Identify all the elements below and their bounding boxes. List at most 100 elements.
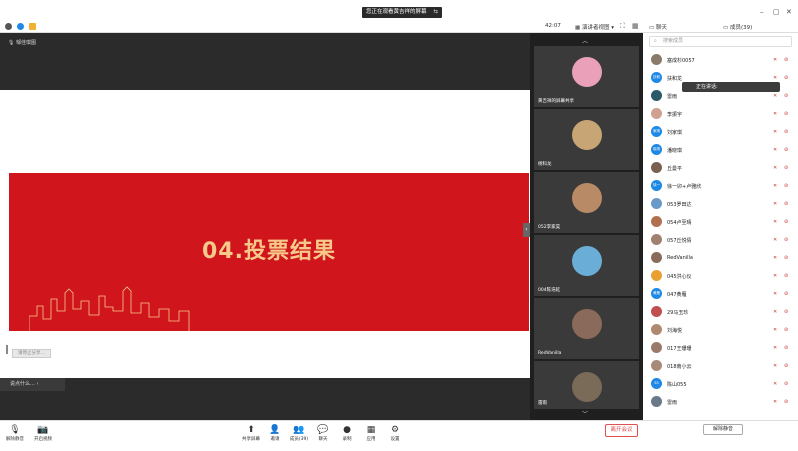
camera-off-icon[interactable]: ⊘ (784, 363, 788, 369)
participant-row[interactable]: SS 陈山055 ✕ ⊘ (643, 375, 798, 393)
invite-button[interactable]: 👤 邀请 (262, 424, 288, 442)
minimize-icon[interactable]: – (760, 8, 764, 16)
info-icon[interactable] (5, 23, 12, 30)
microphone-muted-icon[interactable]: ✕ (773, 165, 777, 171)
security-shield-icon[interactable] (17, 23, 24, 30)
collapse-gallery-button[interactable]: ‹ (523, 223, 530, 237)
microphone-muted-icon[interactable]: ✕ (773, 399, 777, 405)
camera-off-icon[interactable]: ⊘ (784, 183, 788, 189)
participant-row[interactable]: 黄雁 047黄雁 ✕ ⊘ (643, 285, 798, 303)
camera-off-icon[interactable]: ⊘ (784, 129, 788, 135)
avatar (651, 234, 662, 245)
presentation-slide: 04.投票结果 请停止分享… (0, 90, 530, 378)
participant-row[interactable]: 丘曼平 ✕ ⊘ (643, 159, 798, 177)
camera-off-icon[interactable]: ⊘ (784, 75, 788, 81)
camera-off-icon[interactable]: ⊘ (784, 93, 788, 99)
leave-meeting-button[interactable]: 离开会议 (605, 424, 638, 437)
search-input[interactable]: ⌕ 搜索成员 (649, 36, 792, 47)
microphone-muted-button[interactable]: 🎙 解除静音 (2, 424, 28, 442)
participant-row[interactable]: 家琪 刘家琪 ✕ ⊘ (643, 123, 798, 141)
gallery-up-icon[interactable]: ︿ (582, 36, 588, 45)
view-mode-dropdown[interactable]: ▦ 演讲者视图 ▾ (575, 23, 614, 31)
participant-row[interactable]: 雷雨 ✕ ⊘ (643, 393, 798, 411)
camera-off-icon[interactable]: ⊘ (784, 399, 788, 405)
grid-icon[interactable]: ▦ (632, 22, 639, 30)
tile-avatar (572, 309, 602, 339)
maximize-icon[interactable]: ▢ (773, 8, 780, 16)
camera-off-icon[interactable]: ⊘ (784, 165, 788, 171)
microphone-muted-icon[interactable]: ✕ (773, 363, 777, 369)
camera-off-icon[interactable]: ⊘ (784, 309, 788, 315)
participant-name: 雷雨 (667, 400, 678, 406)
fullscreen-icon[interactable]: ⛶ (620, 22, 625, 31)
toolbar-label: 设置 (390, 437, 400, 442)
camera-off-icon[interactable]: ⊘ (784, 327, 788, 333)
microphone-muted-icon[interactable]: ✕ (773, 93, 777, 99)
participant-row[interactable]: 塞成杉0057 ✕ ⊘ (643, 51, 798, 69)
microphone-muted-icon[interactable]: ✕ (773, 255, 777, 261)
participant-row[interactable]: 054卢至晴 ✕ ⊘ (643, 213, 798, 231)
video-tile[interactable]: 052李家昊 (534, 172, 639, 233)
camera-off-icon[interactable]: ⊘ (784, 219, 788, 225)
camera-off-icon[interactable]: ⊘ (784, 291, 788, 297)
microphone-muted-icon[interactable]: ✕ (773, 219, 777, 225)
participant-row[interactable]: RedVanilla ✕ ⊘ (643, 249, 798, 267)
microphone-muted-icon[interactable]: ✕ (773, 309, 777, 315)
video-tile[interactable]: RedVanilla (534, 298, 639, 359)
microphone-muted-icon[interactable]: ✕ (773, 129, 777, 135)
microphone-muted-icon[interactable]: ✕ (773, 327, 777, 333)
microphone-muted-icon[interactable]: ✕ (773, 147, 777, 153)
switch-view-icon[interactable]: ⇆ (433, 7, 438, 18)
participant-row[interactable]: 徐一 徐一卯+卢雅欣 ✕ ⊘ (643, 177, 798, 195)
participant-row[interactable]: 晓琪 潘晓琪 ✕ ⊘ (643, 141, 798, 159)
camera-off-button[interactable]: 📷 开启视频 (30, 424, 56, 442)
participant-row[interactable]: 刘海悦 ✕ ⊘ (643, 321, 798, 339)
video-tile[interactable]: 雷雨 (534, 361, 639, 409)
screen-share-button[interactable]: ⬆ 共享屏幕 (238, 424, 264, 442)
camera-off-icon[interactable]: ⊘ (784, 345, 788, 351)
close-icon[interactable]: ✕ (786, 8, 792, 16)
video-tile[interactable]: 004陈浩延 (534, 235, 639, 296)
video-tile[interactable]: 杨科龙 (534, 109, 639, 170)
signal-icon[interactable] (29, 23, 36, 30)
participant-row[interactable]: 053罗田达 ✕ ⊘ (643, 195, 798, 213)
participant-row[interactable]: 045洪心仪 ✕ ⊘ (643, 267, 798, 285)
avatar (651, 198, 662, 209)
participant-row[interactable]: 018南小云 ✕ ⊘ (643, 357, 798, 375)
camera-off-icon[interactable]: ⊘ (784, 201, 788, 207)
tab-members[interactable]: ▭ 成员(39) (723, 23, 752, 31)
participant-row[interactable]: 李振宇 ✕ ⊘ (643, 105, 798, 123)
camera-off-icon[interactable]: ⊘ (784, 255, 788, 261)
camera-off-icon[interactable]: ⊘ (784, 57, 788, 63)
unmute-all-button[interactable]: 解除静音 (703, 424, 743, 435)
camera-off-icon[interactable]: ⊘ (784, 381, 788, 387)
microphone-muted-icon[interactable]: ✕ (773, 345, 777, 351)
microphone-muted-icon[interactable]: ✕ (773, 273, 777, 279)
camera-off-icon: 📷 (37, 425, 49, 435)
video-tile[interactable]: 黄吉祥的屏幕共享 (534, 46, 639, 107)
microphone-muted-icon[interactable]: ✕ (773, 201, 777, 207)
participant-row[interactable]: 29马玉珍 ✕ ⊘ (643, 303, 798, 321)
apps-button[interactable]: ▦ 应用 (358, 424, 384, 442)
record-button[interactable]: ● 录制 (334, 424, 360, 442)
chat-button[interactable]: 💬 聊天 (310, 424, 336, 442)
camera-off-icon[interactable]: ⊘ (784, 237, 788, 243)
participant-name: 丘曼平 (667, 166, 683, 172)
subtitle-input[interactable]: 说点什么… ‹ (0, 378, 65, 391)
microphone-muted-icon[interactable]: ✕ (773, 75, 777, 81)
microphone-muted-icon[interactable]: ✕ (773, 291, 777, 297)
microphone-muted-icon[interactable]: ✕ (773, 111, 777, 117)
camera-off-icon[interactable]: ⊘ (784, 111, 788, 117)
microphone-muted-icon[interactable]: ✕ (773, 237, 777, 243)
tab-chat[interactable]: ▭ 聊天 (649, 23, 667, 31)
microphone-muted-icon[interactable]: ✕ (773, 183, 777, 189)
gallery-down-icon[interactable]: ﹀ (582, 409, 588, 418)
settings-button[interactable]: ⚙ 设置 (382, 424, 408, 442)
camera-off-icon[interactable]: ⊘ (784, 147, 788, 153)
camera-off-icon[interactable]: ⊘ (784, 273, 788, 279)
members-button[interactable]: 👥 成员(39) (286, 424, 312, 442)
microphone-muted-icon[interactable]: ✕ (773, 57, 777, 63)
microphone-muted-icon[interactable]: ✕ (773, 381, 777, 387)
participant-row[interactable]: 057丘悦倩 ✕ ⊘ (643, 231, 798, 249)
participant-row[interactable]: 017王珊珊 ✕ ⊘ (643, 339, 798, 357)
